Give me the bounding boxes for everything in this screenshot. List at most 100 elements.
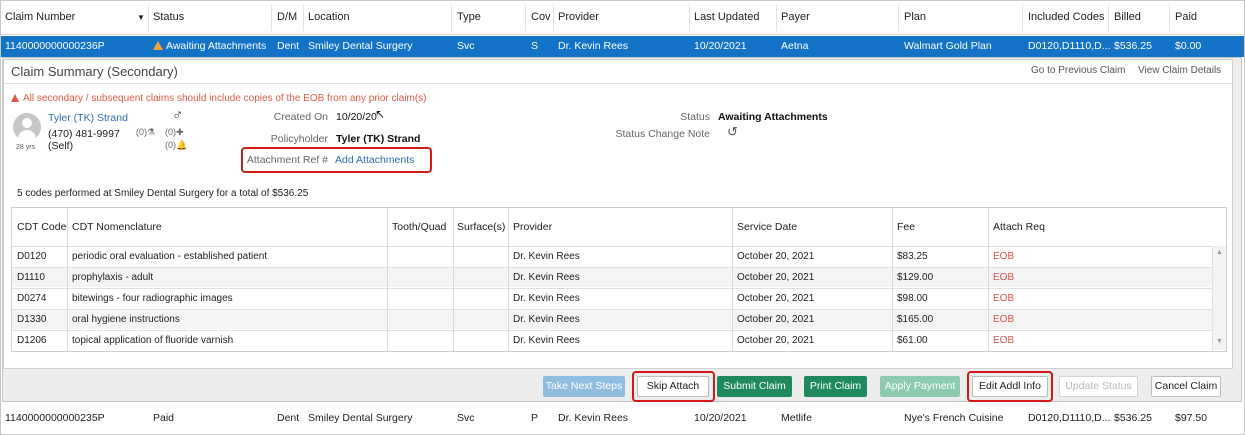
eob-warning-text: All secondary / subsequent claims should… [23, 93, 427, 104]
print-claim-button[interactable]: Print Claim [804, 376, 867, 397]
claim-provider: Dr. Kevin Rees [558, 412, 629, 424]
cell-desc: oral hygiene instructions [72, 314, 180, 325]
cell-attach-req[interactable]: EOB [993, 314, 1014, 325]
cell-date: October 20, 2021 [737, 293, 815, 304]
cell-attach-req[interactable]: EOB [993, 251, 1014, 262]
claim-payer: Aetna [781, 40, 809, 52]
claim-status: Paid [153, 412, 175, 424]
cell-date: October 20, 2021 [737, 272, 815, 283]
selected-claim-row[interactable]: 1140000000000236P Awaiting Attachments D… [1, 36, 1244, 57]
cell-provider: Dr. Kevin Rees [513, 293, 580, 304]
claim-row[interactable]: 1140000000000235P Paid Dent Smiley Denta… [1, 408, 1244, 428]
plus-icon: ✚ [176, 127, 184, 137]
patient-name-link[interactable]: Tyler (TK) Strand [48, 112, 128, 124]
go-previous-claim-link[interactable]: Go to Previous Claim [1031, 65, 1125, 76]
cell-date: October 20, 2021 [737, 314, 815, 325]
created-on-label: Created On [273, 111, 328, 123]
table-scrollbar[interactable]: ▲ ▼ [1212, 246, 1226, 350]
cell-provider: Dr. Kevin Rees [513, 251, 580, 262]
col-paid[interactable]: Paid [1175, 11, 1197, 23]
warning-icon [11, 94, 19, 102]
col-plan[interactable]: Plan [904, 11, 926, 23]
grid-header: Claim Number ▼ Status D/M Location Type … [1, 1, 1244, 35]
cell-date: October 20, 2021 [737, 251, 815, 262]
cell-attach-req[interactable]: EOB [993, 293, 1014, 304]
view-claim-details-link[interactable]: View Claim Details [1138, 65, 1221, 76]
claim-provider: Dr. Kevin Rees [558, 40, 629, 52]
col-provider[interactable]: Provider [558, 11, 599, 23]
claim-cov: S [531, 40, 539, 52]
col-type[interactable]: Type [457, 11, 481, 23]
th-tooth-quad[interactable]: Tooth/Quad [392, 221, 446, 233]
table-row[interactable]: D1206 topical application of fluoride va… [12, 330, 1213, 350]
col-claim-number[interactable]: Claim Number [5, 11, 75, 23]
cell-provider: Dr. Kevin Rees [513, 335, 580, 346]
scroll-down-icon[interactable]: ▼ [1216, 338, 1223, 345]
cell-attach-req[interactable]: EOB [993, 272, 1014, 283]
cancel-claim-button[interactable]: Cancel Claim [1151, 376, 1221, 397]
table-row[interactable]: D0274 bitewings - four radiographic imag… [12, 288, 1213, 308]
patient-relation: (Self) [48, 140, 74, 152]
th-cdt-code[interactable]: CDT Code [17, 221, 66, 233]
col-included-codes[interactable]: Included Codes [1028, 11, 1104, 23]
history-icon[interactable]: ↺ [727, 124, 738, 140]
th-fee[interactable]: Fee [897, 221, 915, 233]
claim-plan: Nye's French Cuisine [904, 412, 1004, 424]
cell-desc: periodic oral evaluation - established p… [72, 251, 268, 262]
cell-desc: topical application of fluoride varnish [72, 335, 234, 346]
claim-cov: P [531, 412, 539, 424]
update-status-button[interactable]: Update Status [1059, 376, 1138, 397]
claim-type: Svc [457, 40, 475, 52]
cell-fee: $83.25 [897, 251, 928, 262]
table-row[interactable]: D0120 periodic oral evaluation - establi… [12, 246, 1213, 266]
claim-paid: $0.00 [1175, 40, 1202, 52]
alert-count[interactable]: (0)🔔 [165, 140, 187, 151]
cdt-codes-table: CDT Code CDT Nomenclature Tooth/Quad Sur… [11, 207, 1227, 352]
status-value: Awaiting Attachments [718, 111, 828, 123]
cell-desc: prophylaxis - adult [72, 272, 154, 283]
flask-count[interactable]: (0)⚗ [136, 127, 155, 138]
claim-type: Svc [457, 412, 475, 424]
highlight-box [632, 371, 715, 402]
flask-icon: ⚗ [147, 127, 156, 137]
claim-included-codes: D0120,D1110,D... [1028, 412, 1111, 424]
eob-warning: All secondary / subsequent claims should… [11, 93, 427, 104]
claim-paid: $97.50 [1175, 412, 1208, 424]
cell-date: October 20, 2021 [737, 335, 815, 346]
claim-location: Smiley Dental Surgery [308, 412, 413, 424]
highlight-box [967, 371, 1053, 402]
table-row[interactable]: D1330 oral hygiene instructions Dr. Kevi… [12, 309, 1213, 329]
claim-plan: Walmart Gold Plan [904, 40, 992, 52]
patient-age: 28 yrs [16, 144, 36, 151]
table-row[interactable]: D1110 prophylaxis - adult Dr. Kevin Rees… [12, 267, 1213, 287]
col-location[interactable]: Location [308, 11, 350, 23]
submit-claim-button[interactable]: Submit Claim [717, 376, 792, 397]
col-last-updated[interactable]: Last Updated [694, 11, 759, 23]
cell-code: D0120 [17, 251, 47, 262]
policyholder-label: Policyholder [270, 133, 328, 145]
col-status[interactable]: Status [153, 11, 184, 23]
col-payer[interactable]: Payer [781, 11, 810, 23]
th-provider[interactable]: Provider [513, 221, 552, 233]
sort-caret-icon[interactable]: ▼ [137, 13, 145, 22]
scroll-up-icon[interactable]: ▲ [1216, 249, 1223, 256]
claim-billed: $536.25 [1114, 40, 1152, 52]
th-nomenclature[interactable]: CDT Nomenclature [72, 221, 162, 233]
claim-last-updated: 10/20/2021 [694, 412, 747, 424]
take-next-steps-button[interactable]: Take Next Steps [543, 376, 625, 397]
medical-count[interactable]: (0)✚ [165, 127, 184, 138]
th-attach-req[interactable]: Attach Req [993, 221, 1045, 233]
col-billed[interactable]: Billed [1114, 11, 1141, 23]
col-cov[interactable]: Cov [531, 11, 551, 23]
th-service-date[interactable]: Service Date [737, 221, 797, 233]
status-change-note-label: Status Change Note [615, 128, 710, 140]
col-dm[interactable]: D/M [277, 11, 297, 23]
cell-attach-req[interactable]: EOB [993, 335, 1014, 346]
claim-location: Smiley Dental Surgery [308, 40, 413, 52]
cell-fee: $129.00 [897, 272, 934, 283]
avatar [13, 113, 41, 141]
claim-payer: Metlife [781, 412, 812, 424]
claim-last-updated: 10/20/2021 [694, 40, 747, 52]
apply-payment-button[interactable]: Apply Payment [880, 376, 960, 397]
th-surfaces[interactable]: Surface(s) [457, 221, 505, 233]
